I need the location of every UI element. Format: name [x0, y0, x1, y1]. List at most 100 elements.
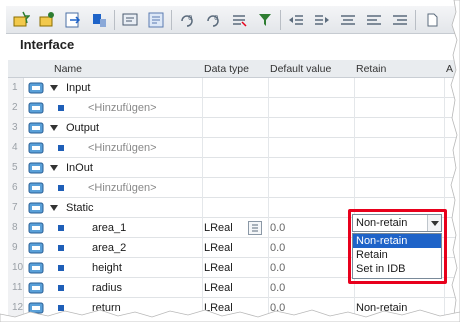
column-separator — [444, 98, 445, 118]
column-separator — [268, 238, 269, 258]
column-separator — [202, 218, 203, 238]
toolbar-separator — [280, 9, 281, 30]
section-name[interactable]: Input — [66, 78, 90, 98]
col-header-data-type[interactable]: Data type — [204, 63, 249, 75]
variable-bullet-icon — [58, 245, 64, 251]
interface-param-icon — [28, 82, 44, 94]
column-separator — [444, 78, 445, 98]
data-type-cell[interactable]: LReal — [204, 258, 233, 278]
data-type-cell[interactable]: LReal — [204, 218, 233, 238]
expand-toggle-icon[interactable] — [50, 125, 58, 131]
toolbar-separator — [415, 9, 416, 30]
column-separator — [268, 278, 269, 298]
default-value-cell[interactable]: 0.0 — [270, 238, 285, 258]
column-separator — [202, 158, 203, 178]
section-name[interactable]: Output — [66, 118, 99, 138]
import-icon[interactable] — [88, 9, 110, 31]
variable-name[interactable]: radius — [92, 278, 122, 298]
snapshot-icon[interactable] — [228, 9, 250, 31]
column-separator — [202, 258, 203, 278]
column-separator — [354, 158, 355, 178]
section-name[interactable]: Static — [66, 198, 94, 218]
table-row[interactable]: 6 <Hinzufügen> — [8, 178, 460, 198]
column-separator — [354, 178, 355, 198]
align-left-icon[interactable] — [363, 9, 385, 31]
indent-icon[interactable] — [285, 9, 307, 31]
torn-edge-right — [450, 0, 460, 322]
interface-title: Interface — [20, 37, 75, 52]
interface-param-icon — [28, 182, 44, 194]
column-separator — [268, 98, 269, 118]
column-separator — [444, 178, 445, 198]
row-number: 10 — [8, 258, 24, 278]
compare-icon[interactable] — [145, 9, 167, 31]
column-separator — [202, 138, 203, 158]
table-row[interactable]: 4 <Hinzufügen> — [8, 138, 460, 158]
column-separator — [444, 158, 445, 178]
section-name[interactable]: InOut — [66, 158, 93, 178]
interface-param-icon — [28, 122, 44, 134]
table-row[interactable]: 5 InOut — [8, 158, 460, 178]
col-header-name[interactable]: Name — [54, 63, 82, 75]
toolbar-separator — [114, 9, 115, 30]
interface-param-icon — [28, 222, 44, 234]
help-icon[interactable] — [420, 9, 442, 31]
column-separator — [268, 178, 269, 198]
expand-toggle-icon[interactable] — [50, 85, 58, 91]
column-separator — [202, 118, 203, 138]
column-separator — [354, 118, 355, 138]
column-separator — [268, 258, 269, 278]
expand-toggle-icon[interactable] — [50, 165, 58, 171]
type-browse-icon[interactable] — [248, 221, 262, 235]
add-new-placeholder[interactable]: <Hinzufügen> — [88, 178, 157, 198]
column-separator — [268, 218, 269, 238]
table-row[interactable]: 2 <Hinzufügen> — [8, 98, 460, 118]
row-number: 11 — [8, 278, 24, 298]
default-value-cell[interactable]: 0.0 — [270, 218, 285, 238]
filter-icon[interactable] — [254, 9, 276, 31]
variable-bullet-icon — [58, 105, 64, 111]
default-value-cell[interactable]: 0.0 — [270, 258, 285, 278]
outdent-icon[interactable] — [311, 9, 333, 31]
table-row[interactable]: 1 Input — [8, 78, 460, 98]
monitor-icon[interactable] — [119, 9, 141, 31]
column-separator — [268, 118, 269, 138]
data-type-cell[interactable]: LReal — [204, 278, 233, 298]
column-separator — [354, 78, 355, 98]
variable-bullet-icon — [58, 285, 64, 291]
col-header-default-value[interactable]: Default value — [270, 63, 331, 75]
initialize-icon[interactable]: 0 — [176, 9, 198, 31]
interface-param-icon — [28, 282, 44, 294]
row-number: 9 — [8, 238, 24, 258]
data-type-cell[interactable]: LReal — [204, 238, 233, 258]
col-header-retain[interactable]: Retain — [356, 63, 386, 75]
variable-name[interactable]: height — [92, 258, 122, 278]
interface-editor-window: 0 0 Interface Name Data type Default val… — [0, 0, 460, 322]
add-new-placeholder[interactable]: <Hinzufügen> — [88, 138, 157, 158]
insert-row-icon[interactable] — [10, 9, 32, 31]
variable-bullet-icon — [58, 145, 64, 151]
expand-toggle-icon[interactable] — [50, 205, 58, 211]
column-separator — [202, 278, 203, 298]
table-header: Name Data type Default value Retain A — [8, 60, 460, 78]
column-separator — [268, 138, 269, 158]
align-icon[interactable] — [337, 9, 359, 31]
interface-param-icon — [28, 102, 44, 114]
add-new-placeholder[interactable]: <Hinzufügen> — [88, 98, 157, 118]
go-online-icon[interactable]: 0 — [202, 9, 224, 31]
row-number: 7 — [8, 198, 24, 218]
column-separator — [202, 78, 203, 98]
column-separator — [268, 78, 269, 98]
row-number: 5 — [8, 158, 24, 178]
column-separator — [268, 158, 269, 178]
variable-name[interactable]: area_1 — [92, 218, 126, 238]
table-row[interactable]: 3 Output — [8, 118, 460, 138]
column-separator — [354, 138, 355, 158]
align-right-icon[interactable] — [389, 9, 411, 31]
export-icon[interactable] — [62, 9, 84, 31]
default-value-cell[interactable]: 0.0 — [270, 278, 285, 298]
variable-name[interactable]: area_2 — [92, 238, 126, 258]
column-separator — [202, 198, 203, 218]
row-number: 1 — [8, 78, 24, 98]
add-row-icon[interactable] — [36, 9, 58, 31]
